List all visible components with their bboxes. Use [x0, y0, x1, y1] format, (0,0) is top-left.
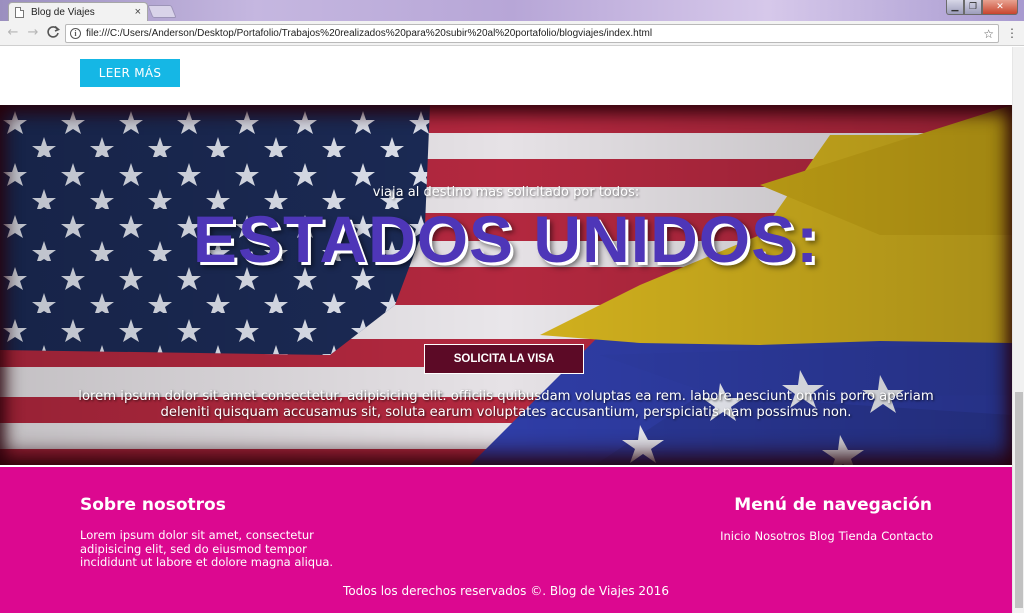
- tab-title: Blog de Viajes: [31, 6, 95, 18]
- back-icon[interactable]: ←: [5, 25, 21, 41]
- restore-button[interactable]: ❐: [964, 0, 982, 15]
- page-scrollbar[interactable]: [1012, 47, 1024, 613]
- reload-icon[interactable]: [45, 25, 61, 41]
- about-us-title: Sobre nosotros: [80, 495, 226, 515]
- browser-tab[interactable]: Blog de Viajes ×: [8, 2, 148, 21]
- close-window-button[interactable]: ✕: [982, 0, 1018, 15]
- nav-link-tienda[interactable]: Tienda: [839, 529, 878, 543]
- nav-link-blog[interactable]: Blog: [809, 529, 834, 543]
- hero-title: ESTADOS UNIDOS:: [192, 202, 820, 276]
- document-icon: [15, 6, 24, 18]
- url-text[interactable]: file:///C:/Users/Anderson/Desktop/Portaf…: [86, 28, 983, 39]
- hero-banner: viaja al destino mas solicitado por todo…: [0, 105, 1012, 465]
- page-viewport: LEER MÁS viaja al destino mas solicitado…: [0, 47, 1012, 613]
- hero-description: lorem ipsum dolor sit amet consectetur, …: [78, 389, 934, 420]
- tab-close-icon[interactable]: ×: [135, 6, 141, 18]
- nav-link-inicio[interactable]: Inicio: [720, 529, 750, 543]
- bookmark-star-icon[interactable]: ☆: [983, 27, 994, 41]
- navigation-menu-title: Menú de navegación: [734, 495, 932, 515]
- request-visa-button[interactable]: SOLICITA LA VISA: [424, 344, 584, 374]
- about-us-text: Lorem ipsum dolor sit amet, consectetur …: [80, 528, 334, 569]
- window-controls: ▁ ❐ ✕: [946, 0, 1018, 15]
- site-footer: Sobre nosotros Lorem ipsum dolor sit ame…: [0, 467, 1012, 613]
- read-more-button[interactable]: LEER MÁS: [80, 59, 180, 87]
- reload-glyph: [47, 25, 60, 38]
- footer-nav: Inicio Nosotros Blog Tienda Contacto: [720, 529, 933, 543]
- minimize-button[interactable]: ▁: [946, 0, 964, 15]
- hero-subtitle: viaja al destino mas solicitado por todo…: [372, 185, 640, 200]
- nav-link-nosotros[interactable]: Nosotros: [755, 529, 806, 543]
- window-titlebar: Blog de Viajes × ▁ ❐ ✕: [0, 0, 1024, 21]
- new-tab-button[interactable]: [147, 5, 177, 18]
- browser-toolbar: ← → i file:///C:/Users/Anderson/Desktop/…: [0, 21, 1024, 46]
- address-bar[interactable]: i file:///C:/Users/Anderson/Desktop/Port…: [65, 24, 999, 43]
- copyright-text: Todos los derechos reservados ©. Blog de…: [343, 584, 669, 598]
- browser-menu-icon[interactable]: ⋮: [1006, 26, 1018, 40]
- scrollbar-thumb[interactable]: [1015, 392, 1023, 608]
- info-icon[interactable]: i: [70, 28, 81, 39]
- nav-link-contacto[interactable]: Contacto: [881, 529, 933, 543]
- forward-icon[interactable]: →: [25, 25, 41, 41]
